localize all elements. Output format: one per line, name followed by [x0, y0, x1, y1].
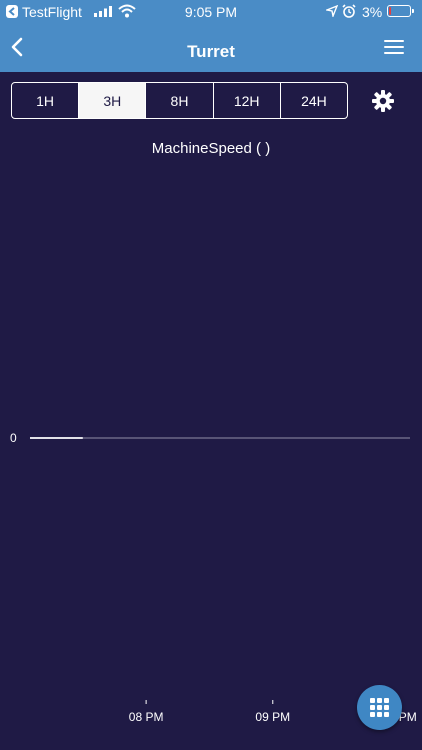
apps-button[interactable] [357, 685, 402, 730]
time-range-8h[interactable]: 8H [146, 83, 214, 118]
location-icon [326, 5, 338, 17]
status-time: 9:05 PM [184, 4, 238, 20]
time-range-24h[interactable]: 24H [281, 83, 347, 118]
settings-icon[interactable] [371, 89, 395, 113]
x-tick-label: 08 PM [129, 710, 164, 724]
chart-title: MachineSpeed ( ) [151, 140, 271, 157]
menu-icon[interactable] [382, 38, 406, 56]
page-title: Turret [187, 42, 235, 61]
time-range-12h[interactable]: 12H [214, 83, 281, 118]
alarm-icon [342, 4, 356, 18]
time-range-1h[interactable]: 1H [12, 83, 80, 118]
x-tick-label: 09 PM [255, 710, 290, 724]
y-tick-label: 0 [10, 431, 17, 445]
status-bar: TestFlight 9:05 PM 3% [0, 0, 422, 24]
battery-icon [387, 5, 414, 17]
grid-icon [370, 698, 389, 717]
app-header: TestFlight 9:05 PM 3% Turret [0, 0, 422, 72]
time-range-selector: 1H 3H 8H 12H 24H [11, 82, 348, 119]
battery-percent: 3% [362, 4, 383, 20]
time-range-3h[interactable]: 3H [79, 83, 147, 118]
machine-speed-chart: 008 PM09 PM10 PM [10, 431, 417, 724]
